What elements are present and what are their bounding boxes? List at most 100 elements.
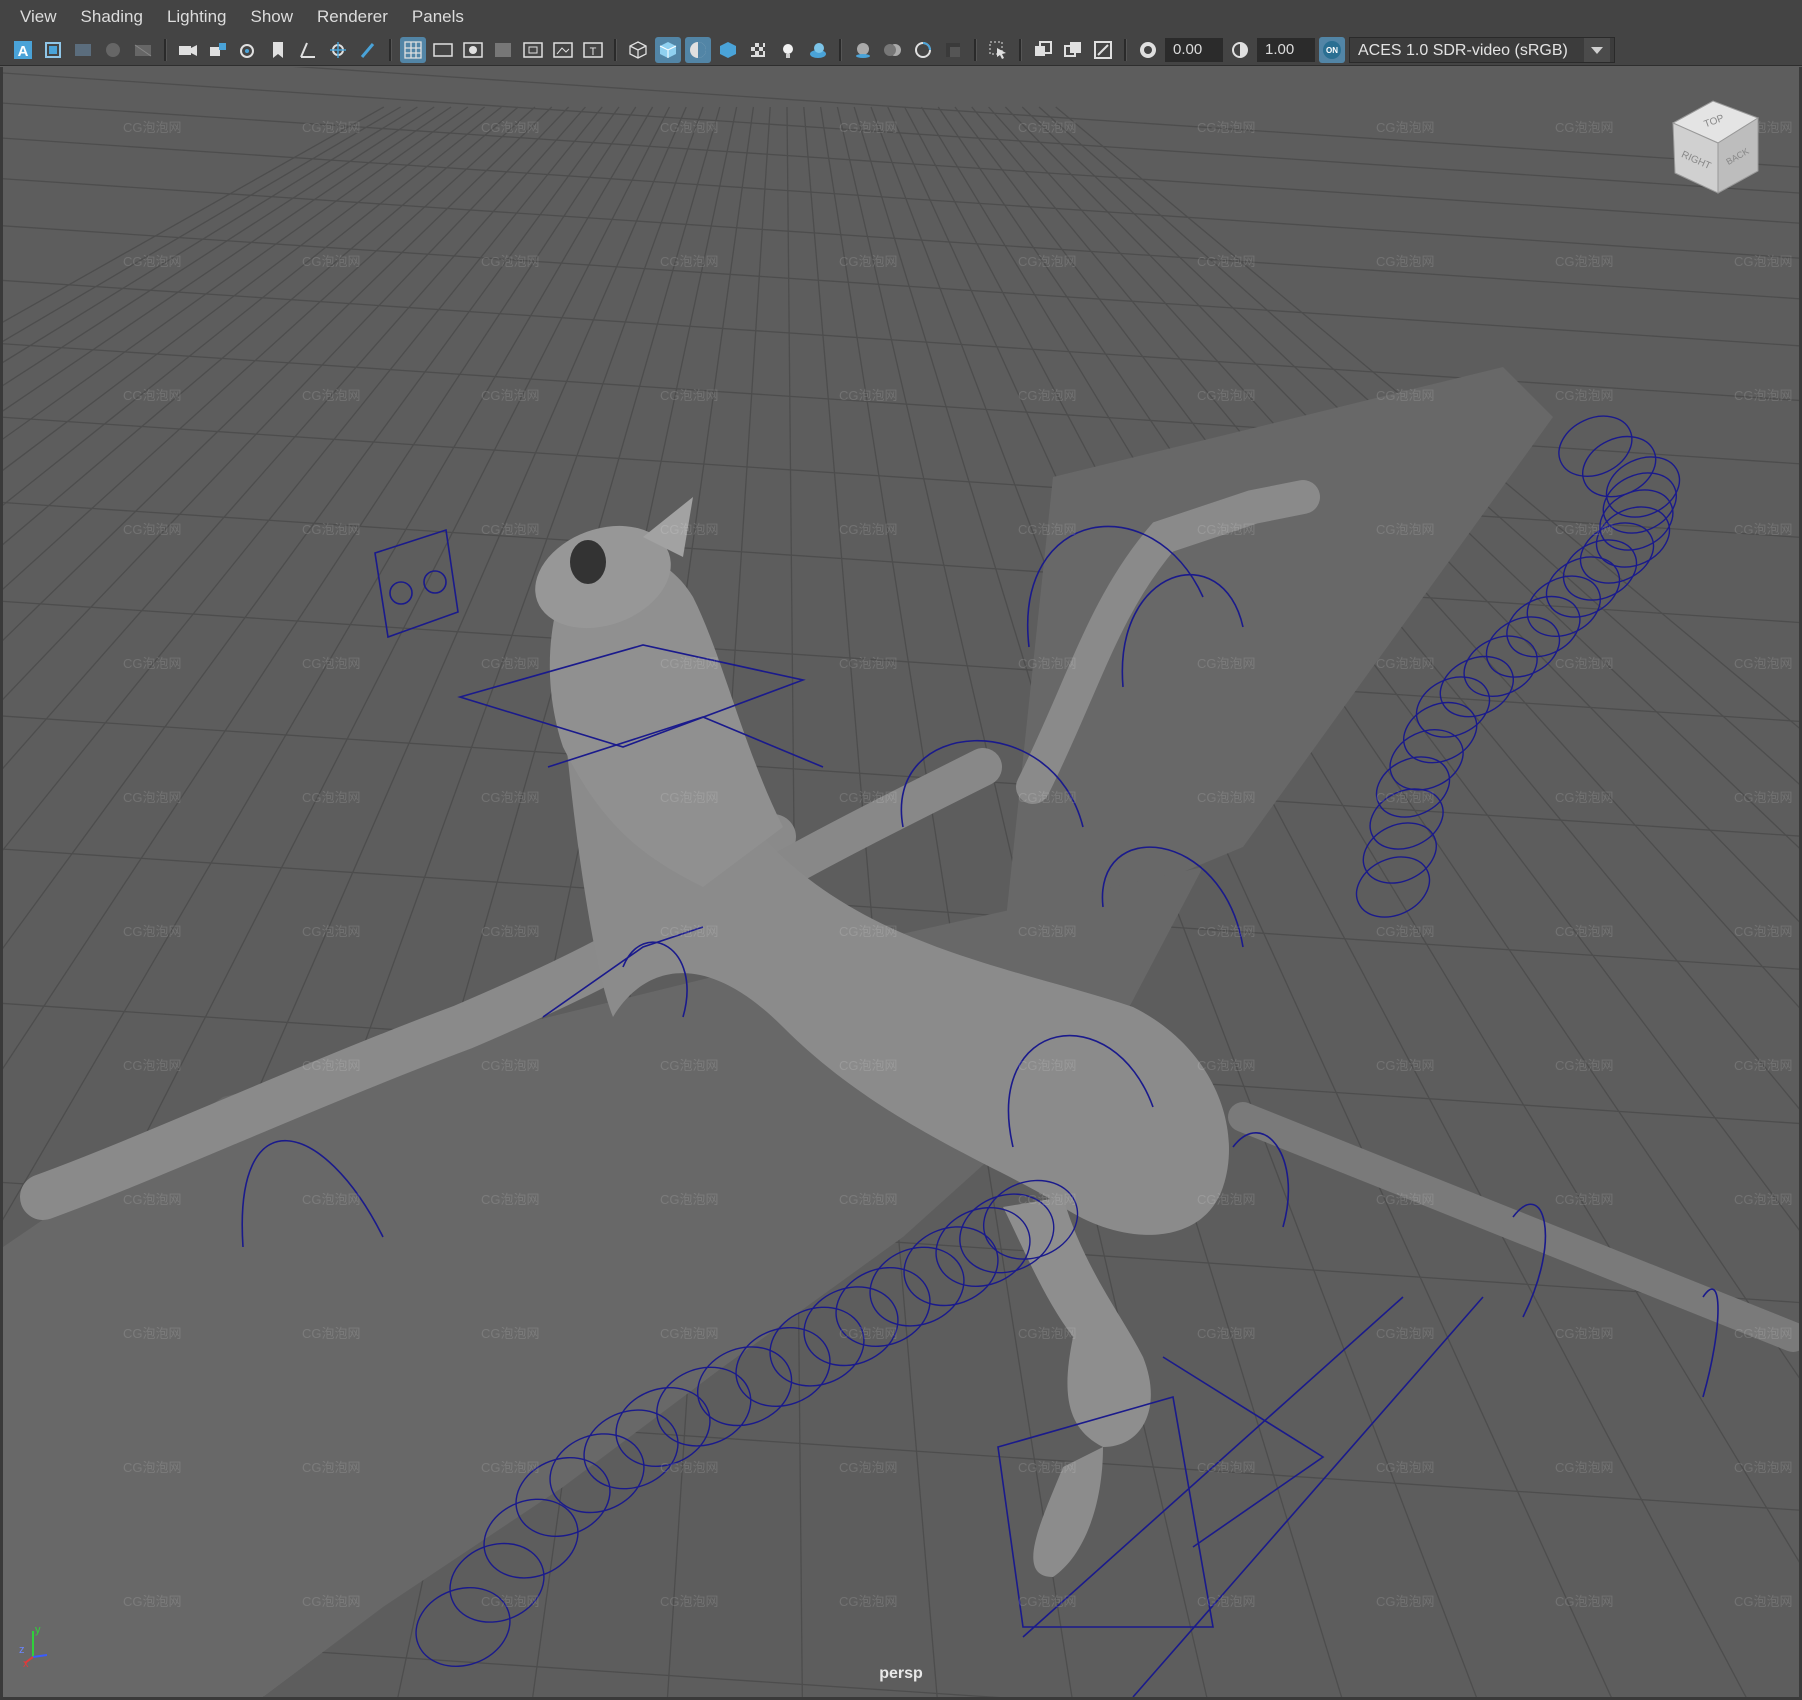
watermark-text: CG泡泡网 [481, 1058, 540, 1073]
axis-gizmo: y z x [17, 1623, 57, 1670]
default-material-icon[interactable] [685, 36, 711, 63]
watermark-text: CG泡泡网 [1734, 656, 1793, 671]
watermark-text: CG泡泡网 [1555, 1058, 1614, 1073]
watermark-text: CG泡泡网 [123, 790, 182, 805]
feather-control-ring [1485, 616, 1561, 678]
camera-lock-icon[interactable] [205, 37, 231, 63]
menu-panels[interactable]: Panels [400, 0, 476, 34]
view-transform-dropdown[interactable]: ACES 1.0 SDR-video (sRGB) [1349, 36, 1615, 63]
watermark-text: CG泡泡网 [1197, 1326, 1256, 1341]
camera-attributes-icon[interactable] [40, 37, 66, 63]
menu-shading[interactable]: Shading [69, 0, 155, 34]
grease-pencil-icon[interactable] [100, 37, 126, 63]
watermark-text: CG泡泡网 [302, 1058, 361, 1073]
watermark-text: CG泡泡网 [660, 120, 719, 135]
feather-control-ring [1463, 635, 1538, 697]
watermark-text: CG泡泡网 [481, 120, 540, 135]
camera-settings-icon[interactable] [235, 37, 261, 63]
safe-action-icon[interactable] [550, 37, 576, 63]
tail [1228, 1102, 1799, 1352]
motion-blur-icon[interactable] [880, 37, 906, 63]
watermark-text: CG泡泡网 [1555, 656, 1614, 671]
safe-title-icon[interactable]: T [580, 37, 606, 63]
anti-aliasing-icon[interactable] [910, 37, 936, 63]
pivot-icon[interactable] [325, 37, 351, 63]
watermark-text: CG泡泡网 [839, 1594, 898, 1609]
isolate-select-icon[interactable] [985, 37, 1011, 63]
watermark-text: CG泡泡网 [1018, 656, 1077, 671]
grid-line [3, 102, 1799, 224]
paint-brush-icon[interactable] [355, 37, 381, 63]
gamma-field[interactable]: 1.00 [1257, 37, 1315, 62]
shadows-icon[interactable] [805, 37, 831, 63]
xray-active-components-icon[interactable] [1060, 37, 1086, 63]
textured-icon[interactable] [745, 37, 771, 63]
watermark-text: CG泡泡网 [481, 1326, 540, 1341]
bookmark-camera-icon[interactable] [175, 37, 201, 63]
menu-renderer[interactable]: Renderer [305, 0, 400, 34]
xray-icon[interactable] [1030, 37, 1056, 63]
watermark-text: CG泡泡网 [1555, 1326, 1614, 1341]
grid-axis-icon[interactable] [295, 37, 321, 63]
creature-eye [570, 540, 606, 584]
depth-of-field-icon[interactable] [940, 37, 966, 63]
exposure-field[interactable]: 0.00 [1165, 37, 1223, 62]
chevron-down-icon[interactable] [1584, 37, 1610, 62]
watermark-text: CG泡泡网 [1197, 388, 1256, 403]
color-management-toggle[interactable]: ON [1319, 36, 1345, 63]
watermark-text: CG泡泡网 [839, 790, 898, 805]
watermark-text: CG泡泡网 [1197, 924, 1256, 939]
field-chart-icon[interactable] [520, 37, 546, 63]
grid-line [3, 72, 1799, 194]
wireframe-icon[interactable] [625, 37, 651, 63]
image-plane-icon[interactable] [70, 37, 96, 63]
watermark-text: CG泡泡网 [481, 1192, 540, 1207]
xray-joints-icon[interactable] [1090, 37, 1116, 63]
watermark-text: CG泡泡网 [123, 388, 182, 403]
watermark-text: CG泡泡网 [1734, 924, 1793, 939]
feather-control-ring [1562, 539, 1638, 601]
watermark-text: CG泡泡网 [481, 924, 540, 939]
select-camera-icon[interactable]: A [10, 37, 36, 63]
use-all-lights-icon[interactable] [775, 37, 801, 63]
axis-z-line [32, 1654, 48, 1658]
watermark-text: CG泡泡网 [1018, 522, 1077, 537]
watermark-text: CG泡泡网 [123, 1594, 182, 1609]
feather-control-ring [1439, 655, 1514, 718]
resolution-gate-icon[interactable] [460, 37, 486, 63]
feather-control-ring [1582, 435, 1657, 498]
film-gate-icon[interactable] [430, 37, 456, 63]
watermark-text: CG泡泡网 [839, 1326, 898, 1341]
bookmark-icon[interactable] [265, 37, 291, 63]
watermark-text: CG泡泡网 [660, 254, 719, 269]
exposure-icon[interactable] [1135, 37, 1161, 63]
screen-space-ao-icon[interactable] [850, 37, 876, 63]
gate-mask-icon[interactable] [490, 37, 516, 63]
grid-toggle-icon[interactable] [400, 36, 426, 63]
scene-canvas[interactable] [3, 67, 1799, 1697]
gamma-icon[interactable] [1227, 37, 1253, 63]
wireframe-on-shaded-icon[interactable] [715, 37, 741, 63]
watermark-text: CG泡泡网 [302, 254, 361, 269]
watermark-text: CG泡泡网 [302, 790, 361, 805]
watermark-text: CG泡泡网 [481, 1460, 540, 1475]
menu-view[interactable]: View [8, 0, 69, 34]
toolbar-separator [389, 38, 392, 61]
menu-lighting[interactable]: Lighting [155, 0, 239, 34]
two-d-pan-zoom-icon[interactable] [130, 37, 156, 63]
watermark-text: CG泡泡网 [481, 388, 540, 403]
watermark-text: CG泡泡网 [123, 1058, 182, 1073]
watermark-text: CG泡泡网 [123, 120, 182, 135]
watermark-text: CG泡泡网 [1555, 254, 1614, 269]
watermark-text: CG泡泡网 [123, 1460, 182, 1475]
view-cube[interactable]: TOP RIGHT BACK [1663, 93, 1773, 203]
watermark-text: CG泡泡网 [1018, 1058, 1077, 1073]
feather-control-ring [1362, 822, 1437, 884]
smooth-shade-icon[interactable] [655, 36, 681, 63]
watermark-text: CG泡泡网 [1197, 522, 1256, 537]
face-eye-control-left[interactable] [389, 581, 413, 605]
watermark-text: CG泡泡网 [839, 388, 898, 403]
foot-roll-controller[interactable] [1162, 1356, 1325, 1548]
menu-show[interactable]: Show [239, 0, 306, 34]
viewport-3d[interactable]: CG泡泡网 CG泡泡网 CG泡泡网 CG泡泡网 CG泡泡网 CG泡泡网 CG泡泡网 CG泡泡网… [0, 67, 1802, 1700]
